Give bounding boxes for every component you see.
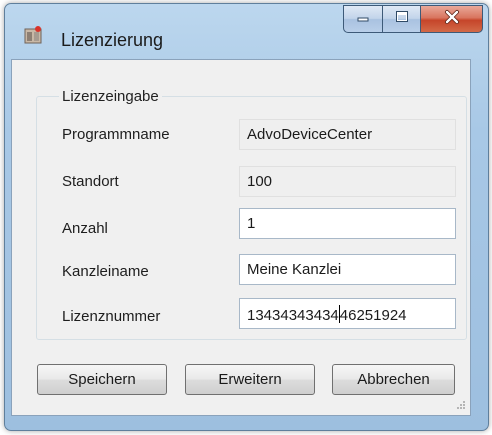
title-bar[interactable]: Lizenzierung <box>5 4 488 62</box>
lizenznummer-text-after: 46251924 <box>339 307 407 324</box>
anzahl-label: Anzahl <box>62 220 108 237</box>
extend-button[interactable]: Erweitern <box>185 364 315 395</box>
groupbox-title: Lizenzeingabe <box>59 88 162 105</box>
lizenznummer-label: Lizenznummer <box>62 308 161 325</box>
kanzleiname-input[interactable]: Meine Kanzlei <box>239 254 456 285</box>
standort-label: Standort <box>62 173 119 190</box>
resize-grip-icon[interactable] <box>452 398 466 412</box>
kanzleiname-label: Kanzleiname <box>62 263 149 280</box>
standort-field: 100 <box>239 166 456 197</box>
maximize-icon <box>394 10 410 29</box>
close-button[interactable] <box>420 5 483 33</box>
maximize-button[interactable] <box>382 5 420 33</box>
lizenznummer-input[interactable]: 1343434343446251924 <box>239 298 456 329</box>
programmname-field: AdvoDeviceCenter <box>239 119 456 150</box>
cancel-button[interactable]: Abbrechen <box>332 364 455 395</box>
window-title: Lizenzierung <box>61 30 164 50</box>
save-button[interactable]: Speichern <box>37 364 167 395</box>
lizenznummer-text-before: 13434343434 <box>247 307 339 324</box>
minimize-button[interactable] <box>343 5 382 33</box>
anzahl-input[interactable]: 1 <box>239 208 456 239</box>
license-app-icon <box>24 26 42 44</box>
minimize-icon <box>355 10 371 28</box>
programmname-label: Programmname <box>62 126 170 143</box>
caption-buttons <box>343 5 483 37</box>
close-icon <box>443 9 461 30</box>
